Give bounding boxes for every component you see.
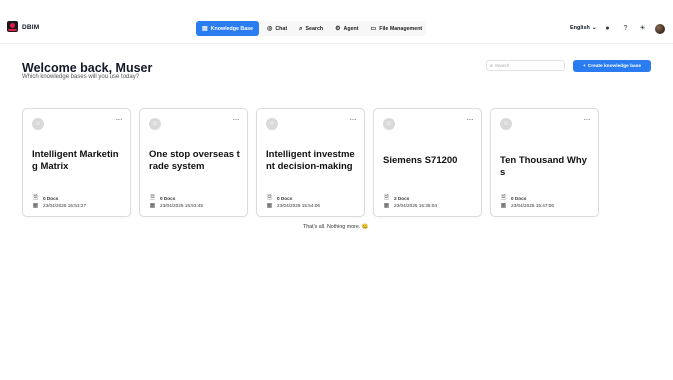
card-date: ▦ 23/04/2025 15:54:06 [266, 202, 320, 209]
help-icon[interactable]: ? [621, 24, 630, 33]
card-date: ▦ 23/04/2025 15:47:06 [500, 202, 554, 209]
calendar-icon: ▦ [32, 203, 39, 209]
search-placeholder: Search [494, 63, 510, 68]
more-options-icon[interactable]: ··· [350, 116, 357, 124]
created-date: 23/04/2025 15:35:04 [394, 203, 438, 208]
theme-toggle-icon[interactable]: ☀ [638, 24, 647, 33]
chat-icon: ◎ [267, 25, 273, 32]
welcome-subtitle: Which knowledge bases will you use today… [22, 74, 140, 80]
top-header: DBIM ▤ Knowledge Base ◎ Chat ⌕ Search ⚙ … [0, 0, 673, 44]
calendar-icon: ▦ [500, 203, 507, 209]
knowledge-base-card[interactable]: ☺ ··· Siemens S71200 🗎 2 Docs ▦ 23/04/20… [373, 108, 482, 217]
book-icon: ▤ [202, 25, 208, 32]
docs-count: 0 Docs [277, 195, 293, 201]
card-date: ▦ 23/04/2025 15:53:45 [149, 202, 203, 209]
nav-file-management[interactable]: ▭ File Management [367, 21, 427, 36]
card-title: One stop overseas trade system [149, 149, 240, 172]
folder-icon: ▭ [370, 25, 377, 32]
created-date: 23/04/2025 15:54:06 [277, 203, 321, 208]
user-icon: ☺ [385, 121, 393, 127]
nav-agent-label: Agent [343, 25, 359, 32]
calendar-icon: ▦ [383, 203, 390, 209]
card-avatar: ☺ [149, 118, 161, 130]
calendar-icon: ▦ [149, 203, 156, 209]
app-name: DBIM [22, 24, 40, 31]
more-options-icon[interactable]: ··· [467, 116, 474, 124]
card-title: Siemens S71200 [383, 155, 458, 166]
nav-chat-label: Chat [275, 25, 288, 32]
card-date: ▦ 23/04/2025 15:53:27 [32, 202, 86, 209]
agent-icon: ⚙ [335, 25, 341, 32]
created-date: 23/04/2025 15:47:06 [511, 203, 555, 208]
nav-knowledge-base[interactable]: ▤ Knowledge Base [196, 21, 260, 36]
card-avatar: ☺ [500, 118, 512, 130]
plus-icon: + [582, 63, 586, 69]
create-knowledge-base-button[interactable]: + Create knowledge base [573, 60, 651, 72]
card-title: Intelligent investment decision-making [266, 149, 355, 172]
more-options-icon[interactable]: ··· [233, 116, 240, 124]
knowledge-base-card[interactable]: ☺ ··· Intelligent Marketing Matrix 🗎 0 D… [22, 108, 131, 217]
nav-knowledge-base-label: Knowledge Base [210, 25, 254, 32]
language-select[interactable]: English ⌄ [570, 25, 596, 31]
end-of-list-message: That's all. Nothing more. 🤐 [303, 224, 369, 230]
created-date: 23/04/2025 15:53:45 [160, 203, 204, 208]
app-logo[interactable] [7, 21, 18, 32]
main-nav: ▤ Knowledge Base ◎ Chat ⌕ Search ⚙ Agent… [196, 21, 427, 36]
welcome-title: Welcome back, Muser [22, 61, 153, 75]
card-avatar: ☺ [32, 118, 44, 130]
search-icon: ⌕ [490, 62, 493, 69]
knowledge-base-card[interactable]: ☺ ··· Ten Thousand Whys 🗎 0 Docs ▦ 23/04… [490, 108, 599, 217]
create-knowledge-base-label: Create knowledge base [587, 63, 642, 69]
card-date: ▦ 23/04/2025 15:35:04 [383, 202, 437, 209]
docs-count: 0 Docs [160, 195, 176, 201]
more-options-icon[interactable]: ··· [116, 116, 123, 124]
card-title: Intelligent Marketing Matrix [32, 149, 119, 172]
user-icon: ☺ [268, 121, 276, 127]
user-icon: ☺ [151, 121, 159, 127]
language-label: English [570, 25, 590, 31]
nav-file-management-label: File Management [379, 25, 423, 32]
nav-chat[interactable]: ◎ Chat [263, 21, 291, 36]
user-icon: ☺ [502, 121, 510, 127]
chevron-down-icon: ⌄ [591, 25, 597, 31]
calendar-icon: ▦ [266, 203, 273, 209]
card-avatar: ☺ [383, 118, 395, 130]
user-icon: ☺ [34, 121, 42, 127]
docs-count: 2 Docs [394, 195, 410, 201]
nav-agent[interactable]: ⚙ Agent [331, 21, 362, 36]
docs-count: 0 Docs [43, 195, 59, 201]
github-icon[interactable]: ● [603, 24, 612, 33]
knowledge-base-card[interactable]: ☺ ··· Intelligent investment decision-ma… [256, 108, 365, 217]
knowledge-base-card[interactable]: ☺ ··· One stop overseas trade system 🗎 0… [139, 108, 248, 217]
nav-search-label: Search [305, 25, 324, 32]
card-avatar: ☺ [266, 118, 278, 130]
created-date: 23/04/2025 15:53:27 [43, 203, 87, 208]
more-options-icon[interactable]: ··· [584, 116, 591, 124]
search-icon: ⌕ [299, 25, 303, 32]
card-title: Ten Thousand Whys [500, 155, 587, 178]
search-input[interactable]: ⌕ Search [486, 60, 565, 71]
user-avatar[interactable] [655, 24, 665, 34]
docs-count: 0 Docs [511, 195, 527, 201]
nav-search[interactable]: ⌕ Search [295, 21, 327, 36]
